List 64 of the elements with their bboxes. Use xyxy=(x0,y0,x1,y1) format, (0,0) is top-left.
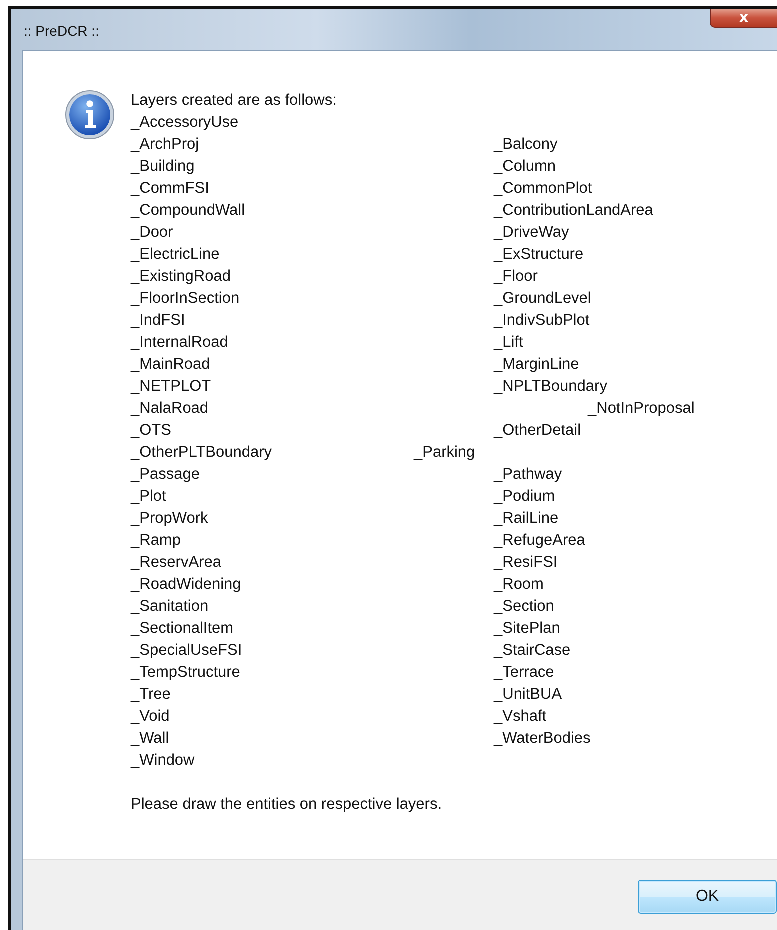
layer-name: _InternalRoad xyxy=(131,333,228,353)
layer-name: _SitePlan xyxy=(494,619,560,639)
layer-name: _Tree xyxy=(131,685,171,705)
layer-name: _Terrace xyxy=(494,663,554,683)
layer-name: _NETPLOT xyxy=(131,377,212,397)
layer-name: _Door xyxy=(131,223,174,243)
layer-name: _StairCase xyxy=(494,641,571,661)
layer-name: _FloorInSection xyxy=(131,289,240,309)
layer-name: _UnitBUA xyxy=(494,685,562,705)
layer-name: _DriveWay xyxy=(494,223,570,243)
layer-name: _ElectricLine xyxy=(131,245,220,265)
layer-name: _OtherPLTBoundary xyxy=(131,443,272,463)
layer-name: _Lift xyxy=(494,333,524,353)
info-icon xyxy=(65,90,115,140)
layer-name: _RefugeArea xyxy=(494,531,586,551)
layer-name: _RailLine xyxy=(494,509,559,529)
layer-name: _ArchProj xyxy=(131,135,200,155)
layer-name: _Floor xyxy=(494,267,538,287)
message-heading: Layers created are as follows: xyxy=(131,91,338,111)
layer-name: _IndFSI xyxy=(131,311,186,331)
layer-name: _Window xyxy=(131,751,195,771)
layer-name: _Ramp xyxy=(131,531,181,551)
layer-name: _OTS xyxy=(131,421,172,441)
layer-name: _Balcony xyxy=(494,135,558,155)
layer-name: _Sanitation xyxy=(131,597,209,617)
layer-name: _CommFSI xyxy=(131,179,210,199)
layer-name: _ResiFSI xyxy=(494,553,558,573)
layer-name: _Section xyxy=(494,597,554,617)
layer-name: _OtherDetail xyxy=(494,421,582,441)
layer-name: _WaterBodies xyxy=(494,729,591,749)
layer-name: _CommonPlot xyxy=(494,179,592,199)
window-title: :: PreDCR :: xyxy=(24,23,100,39)
layer-name: _MainRoad xyxy=(131,355,210,375)
layer-name: _Plot xyxy=(131,487,166,507)
layer-name: _Void xyxy=(131,707,170,727)
layer-name: _Room xyxy=(494,575,544,595)
layer-name: _Passage xyxy=(131,465,200,485)
layer-name: _SectionalItem xyxy=(131,619,234,639)
close-button[interactable]: x xyxy=(710,9,777,28)
message-footer: Please draw the entities on respective layers. xyxy=(131,794,695,816)
layer-name: _SpecialUseFSI xyxy=(131,641,242,661)
layer-name: _GroundLevel xyxy=(494,289,592,309)
layer-name: _NotInProposal xyxy=(588,399,695,419)
layer-name: _Wall xyxy=(131,729,170,749)
layer-name: _RoadWidening xyxy=(131,575,242,595)
layer-name: _ContributionLandArea xyxy=(494,201,654,221)
layer-name: _NPLTBoundary xyxy=(494,377,608,397)
layer-name: _NalaRoad xyxy=(131,399,209,419)
layer-name: _AccessoryUse xyxy=(131,113,239,133)
layer-name: _Parking xyxy=(414,443,476,463)
layer-name: _Pathway xyxy=(494,465,562,485)
layer-name: _TempStructure xyxy=(131,663,240,683)
layer-name: _Building xyxy=(131,157,195,177)
layer-name: _CompoundWall xyxy=(131,201,246,221)
layer-name: _ReservArea xyxy=(131,553,222,573)
ok-button[interactable]: OK xyxy=(638,880,777,914)
layer-name: _PropWork xyxy=(131,509,208,529)
layer-name: _MarginLine xyxy=(494,355,580,375)
layer-name: _Vshaft xyxy=(494,707,547,727)
layer-name: _ExistingRoad xyxy=(131,267,231,287)
layer-name: _IndivSubPlot xyxy=(494,311,590,331)
layer-name: _Podium xyxy=(494,487,556,507)
layer-name: _ExStructure xyxy=(494,245,584,265)
layer-name: _Column xyxy=(494,157,556,177)
